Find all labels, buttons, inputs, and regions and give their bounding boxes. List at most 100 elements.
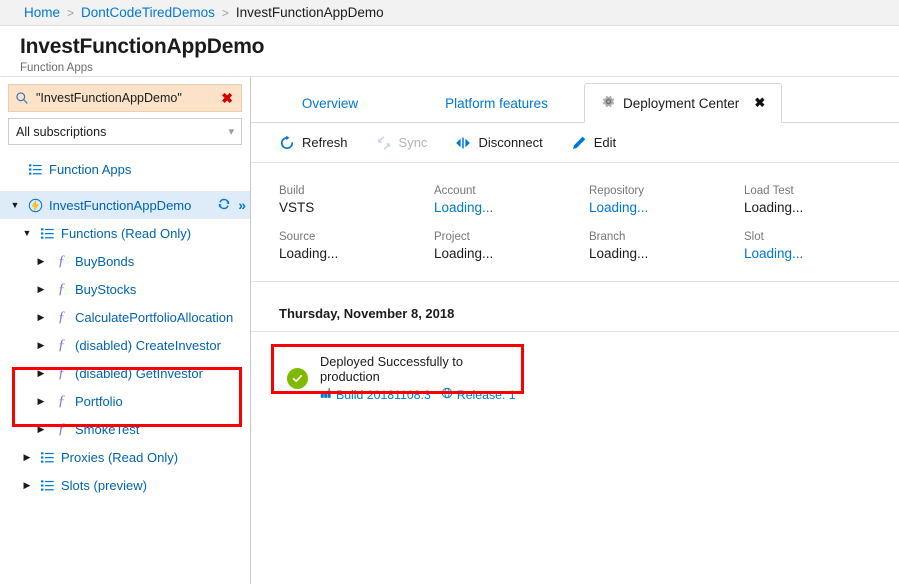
property-key: Project — [434, 231, 589, 243]
property-slot: SlotLoading... — [744, 231, 899, 261]
page-subtitle: Function Apps — [20, 62, 899, 74]
command-label: Disconnect — [478, 135, 542, 150]
deployment-date-heading: Thursday, November 8, 2018 — [251, 282, 899, 331]
tree-item-label: SmokeTest — [75, 422, 139, 437]
build-link[interactable]: Build 20181108.3 — [320, 387, 431, 402]
breadcrumb-separator-1: > — [67, 6, 74, 20]
release-link-label[interactable]: Release: 1 — [457, 388, 516, 402]
edit-button[interactable]: Edit — [557, 128, 630, 158]
release-link[interactable]: Release: 1 — [441, 387, 516, 402]
tree-item-label: (disabled) CreateInvestor — [75, 338, 221, 353]
tree-item-label: (disabled) GetInvestor — [75, 366, 203, 381]
property-value: Loading... — [434, 246, 589, 261]
function-icon: ƒ — [53, 394, 70, 409]
disconnect-icon — [455, 135, 471, 151]
tree-item-slots-preview[interactable]: ▶ Slots (preview) — [0, 471, 250, 499]
deployment-links: Build 20181108.3 Re — [320, 387, 523, 402]
property-value[interactable]: Loading... — [589, 200, 744, 215]
chevron-double-right-icon[interactable]: » — [238, 197, 244, 213]
tree-item-label: BuyBonds — [75, 254, 134, 269]
sidebar: "InvestFunctionAppDemo" ✖ All subscripti… — [0, 76, 251, 584]
tree-item-label: Slots (preview) — [61, 478, 147, 493]
tree-item-functions-read-only[interactable]: ▼Functions (Read Only) — [0, 219, 250, 247]
function-app-bolt-icon — [27, 198, 44, 213]
chevron-right-icon[interactable]: ▶ — [34, 396, 48, 407]
clear-search-icon[interactable]: ✖ — [219, 90, 235, 107]
tree-item-portfolio[interactable]: ▶ ƒ Portfolio — [0, 387, 250, 415]
tab-platform-features[interactable]: Platform features — [409, 84, 584, 122]
chevron-right-icon[interactable]: ▶ — [34, 368, 48, 379]
close-icon[interactable]: ✖ — [754, 95, 765, 111]
chevron-right-icon[interactable]: ▶ — [34, 312, 48, 323]
tab-overview[interactable]: Overview — [251, 84, 409, 122]
sync-button: Sync — [362, 128, 442, 158]
subscription-filter[interactable]: All subscriptions ▾ — [8, 118, 242, 145]
tab-deployment-center[interactable]: Deployment Center✖ — [584, 83, 782, 123]
chevron-right-icon[interactable]: ▶ — [20, 452, 34, 463]
azure-portal-window: Home > DontCodeTiredDemos > InvestFuncti… — [0, 0, 899, 584]
deployment-entry[interactable]: Deployed Successfully to production — [279, 348, 523, 408]
list-icon — [39, 478, 56, 493]
refresh-icon — [279, 135, 295, 151]
breadcrumb-home[interactable]: Home — [24, 5, 60, 20]
search-icon — [15, 91, 29, 105]
property-key: Branch — [589, 231, 744, 243]
property-value[interactable]: Loading... — [434, 200, 589, 215]
chevron-right-icon[interactable]: ▶ — [34, 340, 48, 351]
property-key: Build — [279, 185, 434, 197]
property-key: Account — [434, 185, 589, 197]
pencil-icon — [571, 135, 587, 151]
function-icon: ƒ — [53, 282, 70, 297]
refresh-button[interactable]: Refresh — [265, 128, 362, 158]
globe-icon — [441, 387, 453, 402]
property-load-test: Load TestLoading... — [744, 185, 899, 215]
tree-item-disabled-createinvestor[interactable]: ▶ ƒ (disabled) CreateInvestor — [0, 331, 250, 359]
deployment-properties-grid: BuildVSTSAccountLoading...RepositoryLoad… — [251, 163, 899, 281]
tree-item-smoketest[interactable]: ▶ƒSmokeTest — [0, 415, 250, 443]
search-field[interactable]: "InvestFunctionAppDemo" ✖ — [8, 84, 242, 112]
deployment-list: Deployed Successfully to production — [251, 332, 899, 408]
list-icon — [39, 226, 56, 241]
command-label: Sync — [399, 135, 428, 150]
function-icon: ƒ — [53, 366, 70, 381]
list-icon — [27, 162, 44, 177]
tree-item-buybonds[interactable]: ▶ ƒ BuyBonds — [0, 247, 250, 275]
sync-icon — [376, 135, 392, 151]
property-repository: Repository Loading... — [589, 185, 744, 215]
build-link-label[interactable]: Build 20181108.3 — [336, 388, 431, 402]
tree-item-buystocks[interactable]: ▶ ƒ BuyStocks — [0, 275, 250, 303]
tree-item-calculateportfolioallocation[interactable]: ▶ƒCalculatePortfolioAllocation — [0, 303, 250, 331]
list-icon — [39, 450, 56, 465]
search-input-value[interactable]: "InvestFunctionAppDemo" — [36, 91, 212, 105]
tree-item-label: BuyStocks — [75, 282, 136, 297]
disconnect-button[interactable]: Disconnect — [441, 128, 556, 158]
breadcrumb-separator-2: > — [222, 6, 229, 20]
property-value[interactable]: Loading... — [744, 246, 899, 261]
function-icon: ƒ — [53, 254, 70, 269]
property-key: Repository — [589, 185, 744, 197]
property-key: Source — [279, 231, 434, 243]
tree-item-investfunctionappdemo[interactable]: ▼ InvestFunctionAppDemo » — [0, 191, 250, 219]
tree-item-proxies-read-only[interactable]: ▶ Proxies (Read Only) — [0, 443, 250, 471]
tree-item-label: Proxies (Read Only) — [61, 450, 178, 465]
refresh-icon[interactable] — [217, 197, 231, 214]
breadcrumb-parent[interactable]: DontCodeTiredDemos — [81, 5, 215, 20]
page-title: InvestFunctionAppDemo — [20, 35, 899, 59]
resource-tree: ▼ InvestFunctionAppDemo » ▼Functions (Read … — [0, 191, 250, 499]
chevron-right-icon[interactable]: ▶ — [34, 284, 48, 295]
tree-item-actions: » — [209, 197, 244, 214]
tree-item-label: Portfolio — [75, 394, 123, 409]
chevron-down-icon[interactable]: ▼ — [20, 228, 34, 238]
command-label: Edit — [594, 135, 616, 150]
chevron-down-icon[interactable]: ▼ — [8, 200, 22, 210]
tab-bar: Overview Platform featuresDeployment Cent… — [251, 77, 899, 123]
chevron-right-icon[interactable]: ▶ — [34, 424, 48, 435]
chevron-right-icon[interactable]: ▶ — [34, 256, 48, 267]
tree-item-disabled-getinvestor[interactable]: ▶ ƒ (disabled) GetInvestor — [0, 359, 250, 387]
tab-label: Overview — [302, 96, 358, 111]
chevron-right-icon[interactable]: ▶ — [20, 480, 34, 491]
build-factory-icon — [320, 387, 332, 402]
tree-item-label: InvestFunctionAppDemo — [49, 198, 191, 213]
function-icon: ƒ — [53, 338, 70, 353]
sidebar-root-function-apps[interactable]: Function Apps — [0, 155, 250, 183]
